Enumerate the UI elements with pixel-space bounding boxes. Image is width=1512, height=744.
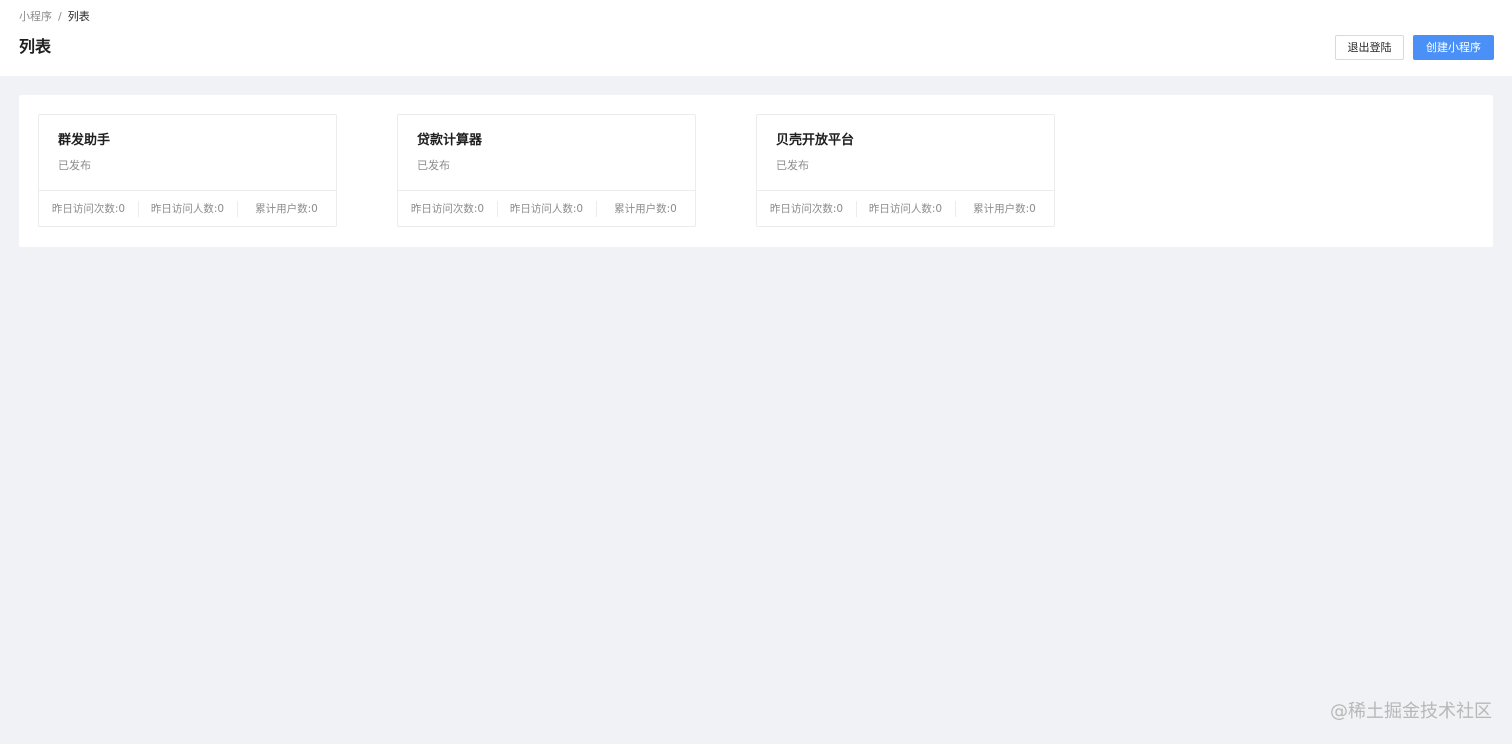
create-miniprogram-button[interactable]: 创建小程序	[1413, 35, 1494, 60]
card-stats: 昨日访问次数:0 昨日访问人数:0 累计用户数:0	[39, 190, 336, 226]
card-title: 贝壳开放平台	[776, 133, 855, 148]
breadcrumb-item-list: 列表	[67, 10, 90, 23]
miniprogram-card[interactable]: 群发助手 已发布 昨日访问次数:0 昨日访问人数:0 累计用户数:0	[38, 114, 337, 227]
stat-visitors-yesterday: 昨日访问人数:0	[497, 191, 596, 226]
miniprogram-card[interactable]: 贝壳开放平台 已发布 昨日访问次数:0 昨日访问人数:0 累计用户数:0	[756, 114, 1055, 227]
stat-visitors-yesterday: 昨日访问人数:0	[138, 191, 237, 226]
stat-total-users: 累计用户数:0	[596, 191, 695, 226]
stat-visits-yesterday: 昨日访问次数:0	[51, 203, 126, 215]
card-status: 已发布	[776, 159, 809, 172]
breadcrumb-separator: /	[58, 10, 62, 23]
breadcrumb-item-miniprogram[interactable]: 小程序	[19, 10, 52, 23]
card-status: 已发布	[58, 159, 91, 172]
logout-button[interactable]: 退出登陆	[1335, 35, 1404, 60]
card-stats: 昨日访问次数:0 昨日访问人数:0 累计用户数:0	[757, 190, 1054, 226]
miniprogram-card[interactable]: 贷款计算器 已发布 昨日访问次数:0 昨日访问人数:0 累计用户数:0	[397, 114, 696, 227]
card-list-panel: 群发助手 已发布 昨日访问次数:0 昨日访问人数:0 累计用户数:0 贷款计算器…	[19, 95, 1493, 247]
stat-total-users: 累计用户数:0	[237, 191, 336, 226]
stat-visits-yesterday: 昨日访问次数:0	[769, 203, 844, 215]
page-title: 列表	[19, 37, 52, 56]
breadcrumb: 小程序 / 列表	[19, 9, 90, 25]
stat-visitors-yesterday: 昨日访问人数:0	[856, 191, 955, 226]
card-stats: 昨日访问次数:0 昨日访问人数:0 累计用户数:0	[398, 190, 695, 226]
page-header: 小程序 / 列表 列表 退出登陆 创建小程序	[0, 0, 1512, 76]
watermark: @稀土掘金技术社区	[1330, 701, 1492, 722]
card-title: 贷款计算器	[417, 133, 483, 148]
card-title: 群发助手	[58, 133, 111, 148]
card-status: 已发布	[417, 159, 450, 172]
stat-visits-yesterday: 昨日访问次数:0	[410, 203, 485, 215]
stat-total-users: 累计用户数:0	[955, 191, 1054, 226]
